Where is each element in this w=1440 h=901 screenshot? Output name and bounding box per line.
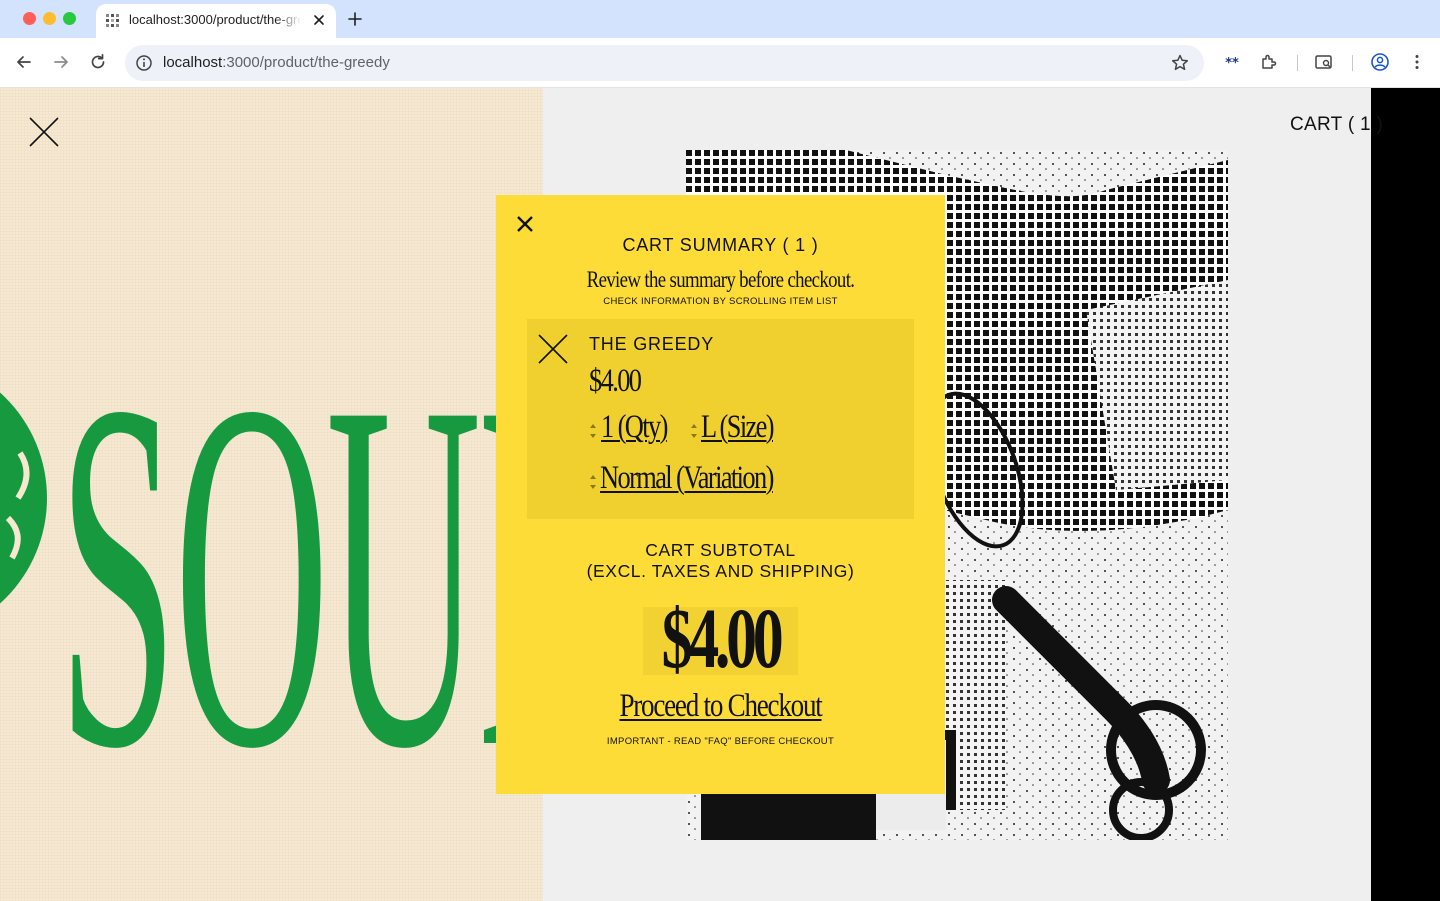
extension-icon[interactable] [1259, 52, 1279, 72]
bookmark-star-icon[interactable] [1170, 53, 1190, 73]
tab-close-icon[interactable] [310, 11, 328, 29]
tab-search-icon[interactable] [1314, 52, 1334, 72]
item-name: THE GREEDY [589, 334, 715, 354]
cart-summary-title: CART SUMMARY ( 1 ) [622, 235, 819, 255]
side-black-bar [1371, 88, 1440, 901]
url-path: :3000/product/the-greedy [222, 54, 390, 71]
subtotal-value: $4.00 [661, 590, 784, 686]
subtotal-label: CART SUBTOTAL (EXCL. TAXES AND SHIPPING) [496, 540, 945, 582]
faq-notice: IMPORTANT - READ "FAQ" BEFORE CHECKOUT [606, 736, 835, 747]
browser-tab-bar: localhost:3000/product/the-greedy [0, 0, 1440, 38]
window-close-button[interactable] [23, 12, 36, 25]
subtotal-label-line2: (EXCL. TAXES AND SHIPPING) [586, 561, 855, 581]
menu-icon[interactable] [1407, 52, 1427, 72]
close-icon[interactable] [514, 213, 536, 235]
info-icon[interactable] [135, 54, 153, 72]
page-viewport: SOUL [0, 88, 1440, 901]
cart-link[interactable]: CART ( 1 ) [1290, 114, 1383, 136]
cart-summary-modal: CART SUMMARY ( 1 ) Review the summary be… [496, 195, 945, 794]
url-text: localhost:3000/product/the-greedy [163, 54, 390, 71]
window-zoom-button[interactable] [63, 12, 76, 25]
soul-hero-artwork: SOUL [0, 299, 543, 852]
browser-tab-active[interactable]: localhost:3000/product/the-greedy [96, 4, 336, 38]
back-icon[interactable] [14, 52, 34, 72]
qty-stepper-icon[interactable] [589, 421, 597, 441]
quantity-select[interactable]: 1 (Qty) [601, 409, 668, 446]
proceed-to-checkout-link[interactable]: Proceed to Checkout [536, 688, 904, 725]
window-minimize-button[interactable] [43, 12, 56, 25]
url-host: localhost [163, 54, 223, 71]
size-stepper-icon[interactable] [690, 421, 698, 441]
product-hero-panel: SOUL [0, 88, 543, 901]
cart-item: THE GREEDY $4.00 1 (Qty) L (Size) Normal… [527, 319, 914, 519]
new-tab-icon[interactable] [345, 9, 365, 29]
variation-select[interactable]: Normal (Variation) [600, 460, 774, 497]
hero-green-disc [0, 392, 47, 604]
item-price: $4.00 [589, 363, 642, 399]
remove-item-icon[interactable] [537, 333, 569, 365]
forward-icon[interactable] [51, 52, 71, 72]
tab-title: localhost:3000/product/the-greedy [129, 12, 301, 27]
close-product-icon[interactable] [28, 116, 60, 148]
reload-icon[interactable] [88, 52, 108, 72]
browser-toolbar: localhost:3000/product/the-greedy ** [0, 38, 1440, 88]
toolbar-separator [1297, 55, 1298, 71]
variation-stepper-icon[interactable] [589, 472, 597, 492]
hero-word: SOUL [58, 299, 543, 852]
site-favicon-icon [106, 14, 119, 27]
cart-summary-hint: CHECK INFORMATION BY SCROLLING ITEM LIST [603, 296, 838, 307]
subtotal-label-line1: CART SUBTOTAL [645, 540, 796, 560]
address-bar[interactable]: localhost:3000/product/the-greedy [125, 45, 1204, 81]
extension-asterisk-icon[interactable]: ** [1222, 52, 1242, 72]
profile-icon[interactable] [1370, 52, 1390, 72]
cart-summary-subtitle: Review the summary before checkout. [586, 267, 855, 292]
toolbar-separator [1352, 55, 1353, 71]
size-select[interactable]: L (Size) [701, 409, 775, 446]
svg-text:**: ** [1225, 56, 1239, 71]
